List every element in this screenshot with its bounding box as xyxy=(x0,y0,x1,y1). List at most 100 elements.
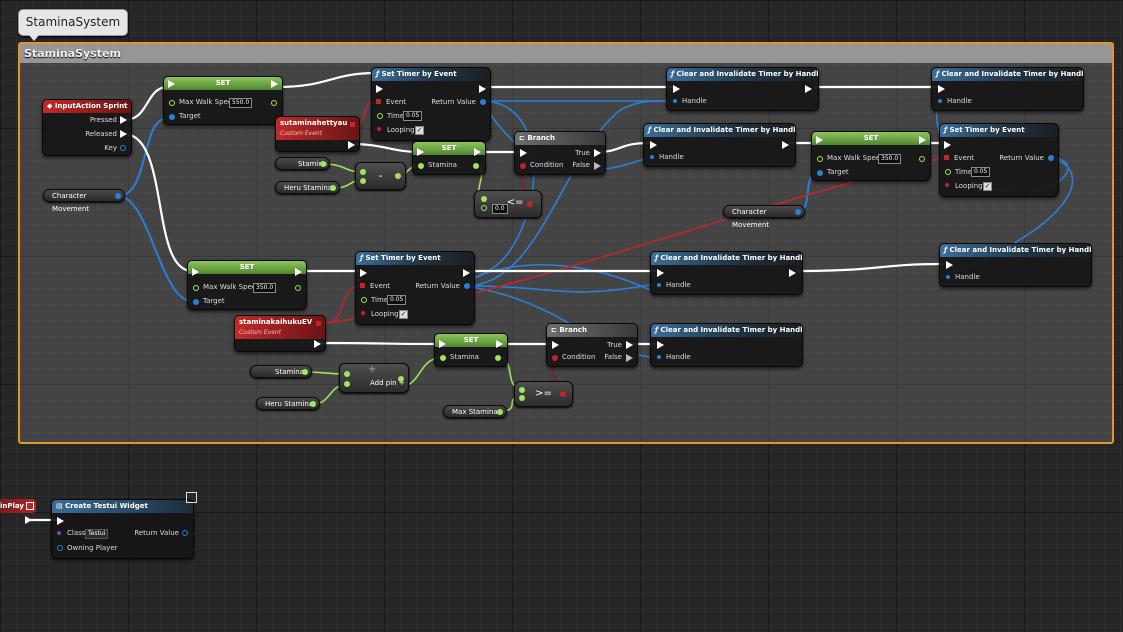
looping-pin[interactable] xyxy=(945,183,949,187)
branch-false-pin[interactable] xyxy=(594,162,601,170)
owning-player-pin[interactable] xyxy=(57,545,63,551)
set-exec-in[interactable] xyxy=(168,80,175,88)
timer-exec-in[interactable] xyxy=(944,141,951,149)
timer-exec-in[interactable] xyxy=(360,269,367,277)
return-value-pin[interactable] xyxy=(1048,155,1054,161)
begin-play-event[interactable]: inPlay xyxy=(0,499,36,513)
set-timer-by-event-node[interactable]: ƒ Set Timer by Event Event Return Value … xyxy=(939,123,1059,197)
delegate-pin[interactable] xyxy=(350,122,355,127)
event-pin[interactable] xyxy=(944,155,949,160)
handle-pin[interactable] xyxy=(946,275,950,279)
max-walk-speed-pin[interactable] xyxy=(169,100,175,106)
max-walk-speed-pin[interactable] xyxy=(817,156,823,162)
stamina-in-pin[interactable] xyxy=(418,163,424,169)
condition-pin[interactable] xyxy=(552,355,558,361)
branch-exec-in[interactable] xyxy=(520,149,527,157)
return-value-pin[interactable] xyxy=(182,530,188,536)
character-movement-variable[interactable]: Character Movement xyxy=(43,189,125,213)
clear-timer-node[interactable]: ƒ Clear and Invalidate Timer by Handle H… xyxy=(931,67,1084,111)
target-pin[interactable] xyxy=(817,170,823,176)
stamina-pin[interactable] xyxy=(320,161,326,167)
branch-true-pin[interactable] xyxy=(626,341,633,349)
custom-event-node[interactable]: sutaminahettyau Custom Event xyxy=(275,116,360,152)
stamina-out-pin[interactable] xyxy=(495,355,501,361)
create-widget-exec-in[interactable] xyxy=(57,517,64,525)
timer-exec-in[interactable] xyxy=(376,85,383,93)
pressed-exec-pin[interactable] xyxy=(120,116,127,124)
delegate-pin[interactable] xyxy=(316,321,321,326)
time-pin[interactable] xyxy=(945,169,951,175)
time-pin[interactable] xyxy=(377,113,383,119)
timer-exec-out[interactable] xyxy=(479,85,486,93)
branch-true-pin[interactable] xyxy=(594,149,601,157)
less-equal-node[interactable]: 0.0 <= xyxy=(474,190,542,218)
branch-node[interactable]: ⊏ Branch True Condition False xyxy=(546,323,638,367)
return-value-pin[interactable] xyxy=(480,99,486,105)
create-widget-node[interactable]: ▤ Create Testui Widget Class Testui Retu… xyxy=(51,499,194,559)
handle-pin[interactable] xyxy=(650,155,654,159)
subtract-node[interactable]: - xyxy=(355,162,406,190)
subtract-in-b[interactable] xyxy=(360,178,366,184)
event-exec-out[interactable] xyxy=(314,340,321,348)
clear-exec-in[interactable] xyxy=(657,269,664,277)
character-movement-variable[interactable]: Character Movement xyxy=(723,205,805,229)
set-stamina-exec-out[interactable] xyxy=(474,148,481,156)
stamina-in-pin[interactable] xyxy=(440,355,446,361)
add-in-a[interactable] xyxy=(344,371,350,377)
max-walk-speed-pin[interactable] xyxy=(193,285,199,291)
time-value[interactable]: 0.05 xyxy=(403,111,423,121)
set-stamina-node[interactable]: SET Stamina xyxy=(434,333,508,367)
time-pin[interactable] xyxy=(361,297,367,303)
looping-checkbox[interactable]: ✓ xyxy=(415,126,424,135)
subtract-out[interactable] xyxy=(395,173,401,179)
lte-in-b[interactable] xyxy=(481,205,487,211)
looping-pin[interactable] xyxy=(377,127,381,131)
max-walk-speed-out-pin[interactable] xyxy=(919,156,925,162)
branch-exec-in[interactable] xyxy=(552,341,559,349)
max-walk-speed-value[interactable]: 350.0 xyxy=(253,283,277,293)
clear-exec-in[interactable] xyxy=(650,141,657,149)
gte-out[interactable] xyxy=(560,391,566,397)
clear-exec-out[interactable] xyxy=(782,141,789,149)
clear-exec-out[interactable] xyxy=(1078,261,1085,269)
create-widget-exec-out[interactable] xyxy=(181,517,188,525)
timer-exec-out[interactable] xyxy=(1047,141,1054,149)
subtract-in-a[interactable] xyxy=(360,169,366,175)
handle-pin[interactable] xyxy=(938,99,942,103)
class-pin[interactable] xyxy=(57,531,61,535)
branch-node[interactable]: ⊏ Branch True Condition False xyxy=(514,131,606,175)
lte-out[interactable] xyxy=(527,201,533,207)
clear-exec-in[interactable] xyxy=(673,85,680,93)
heru-stamina-variable[interactable]: Heru Stamina xyxy=(256,397,320,410)
handle-pin[interactable] xyxy=(673,99,677,103)
condition-pin[interactable] xyxy=(520,163,526,169)
max-walk-speed-out-pin[interactable] xyxy=(295,285,301,291)
set-stamina-node[interactable]: SET Stamina xyxy=(412,141,486,175)
gte-in-b[interactable] xyxy=(519,395,525,401)
branch-false-pin[interactable] xyxy=(626,354,633,362)
clear-exec-out[interactable] xyxy=(789,269,796,277)
add-in-b[interactable] xyxy=(344,381,350,387)
lte-value[interactable]: 0.0 xyxy=(492,204,508,214)
clear-exec-in[interactable] xyxy=(946,261,953,269)
clear-timer-node[interactable]: ƒ Clear and Invalidate Timer by Handle H… xyxy=(650,323,803,367)
set-timer-by-event-node[interactable]: ƒ Set Timer by Event Event Return Value … xyxy=(371,67,491,141)
set-max-walk-speed-node[interactable]: SET Max Walk Speed 550.0 Target xyxy=(163,76,283,125)
custom-event-node[interactable]: staminakaihukuEV Custom Event xyxy=(234,315,326,352)
key-pin[interactable] xyxy=(120,145,126,151)
set-max-walk-speed-node[interactable]: SET Max Walk Speed 350.0 Target xyxy=(811,131,931,181)
clear-timer-node[interactable]: ƒ Clear and Invalidate Timer by Handle H… xyxy=(939,243,1092,287)
timer-exec-out[interactable] xyxy=(463,269,470,277)
event-pin[interactable] xyxy=(360,283,365,288)
character-movement-pin[interactable] xyxy=(115,193,121,199)
max-walk-speed-value[interactable]: 550.0 xyxy=(229,98,253,108)
looping-checkbox[interactable]: ✓ xyxy=(983,182,992,191)
event-exec-out[interactable] xyxy=(348,141,355,149)
clear-exec-out[interactable] xyxy=(789,341,796,349)
clear-timer-node[interactable]: ƒ Clear and Invalidate Timer by Handle H… xyxy=(643,123,796,167)
set-exec-out[interactable] xyxy=(271,80,278,88)
target-pin[interactable] xyxy=(169,114,175,120)
max-walk-speed-out-pin[interactable] xyxy=(271,100,277,106)
gte-in-a[interactable] xyxy=(519,387,525,393)
clear-exec-out[interactable] xyxy=(1070,85,1077,93)
